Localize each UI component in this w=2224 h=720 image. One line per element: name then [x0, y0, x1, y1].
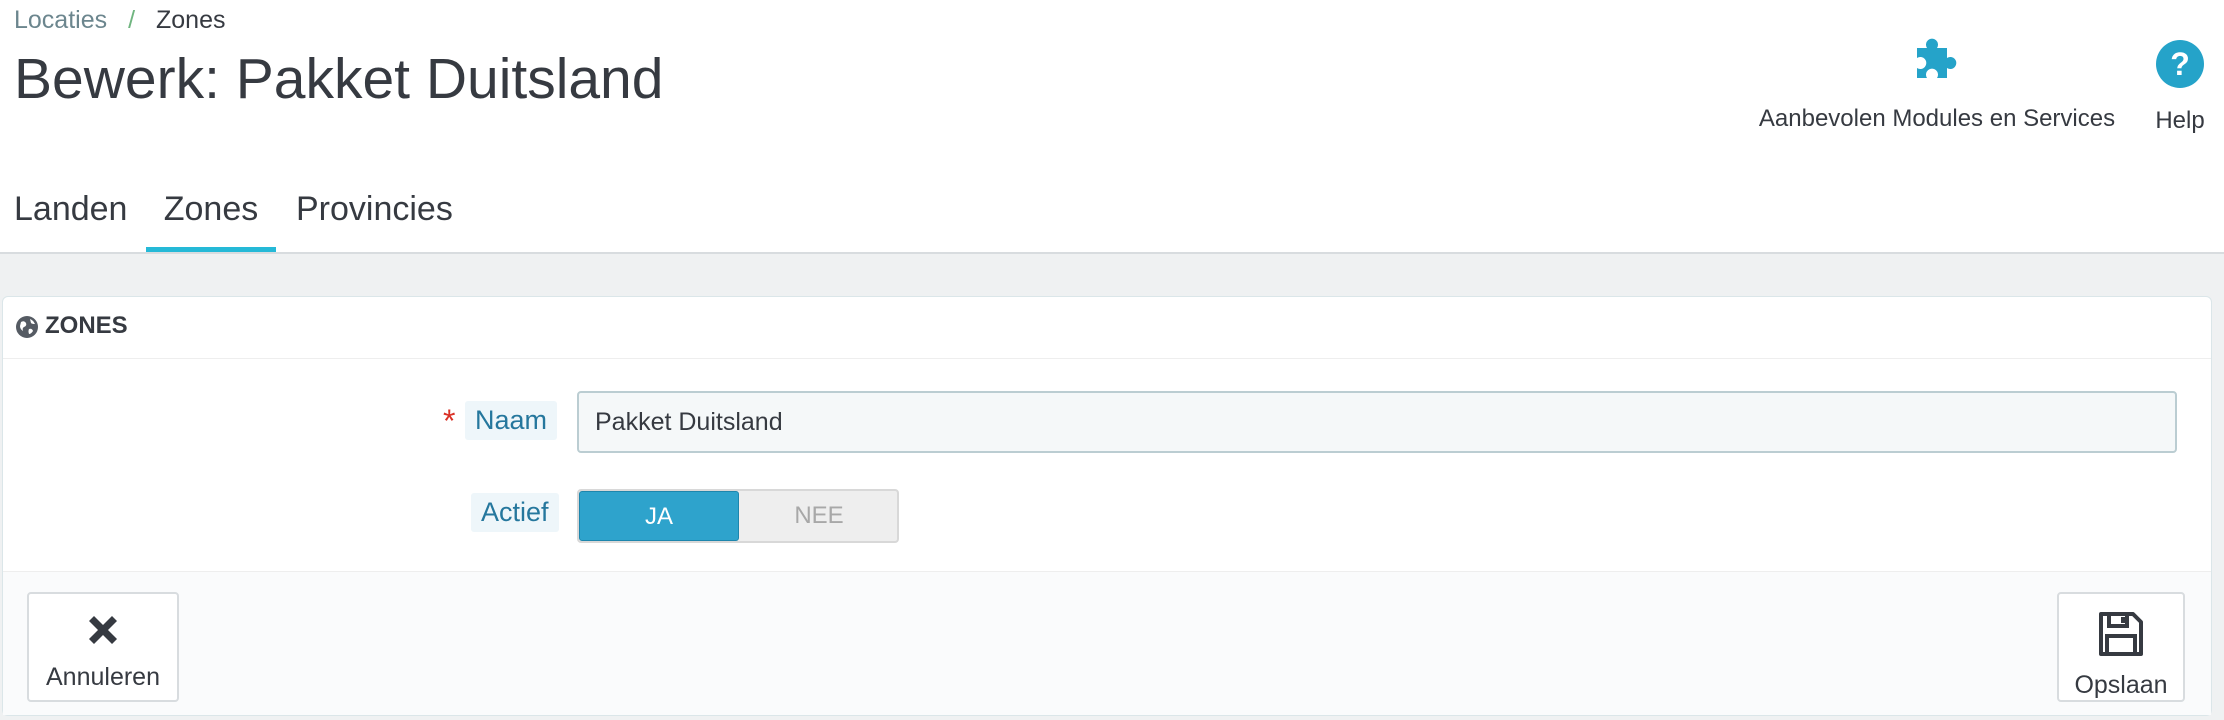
panel-footer: Annuleren Opslaan: [3, 571, 2211, 715]
tab-landen[interactable]: Landen: [14, 190, 128, 250]
puzzle-icon: [1750, 38, 2124, 95]
floppy-disk-icon: [2059, 610, 2183, 665]
save-button[interactable]: Opslaan: [2057, 592, 2185, 702]
help-label: Help: [2155, 107, 2205, 134]
tab-zones[interactable]: Zones: [146, 190, 276, 252]
actief-yes-option[interactable]: JA: [579, 491, 739, 541]
breadcrumb-item-zones: Zones: [155, 6, 226, 34]
save-label: Opslaan: [2074, 671, 2168, 699]
close-icon: [29, 610, 177, 657]
page-header: Locaties / Zones Bewerk: Pakket Duitslan…: [0, 0, 2224, 254]
actief-no-option[interactable]: NEE: [739, 491, 897, 541]
recommended-modules-label: Aanbevolen Modules en Services: [1758, 105, 2116, 132]
tab-provincies[interactable]: Provincies: [296, 190, 453, 250]
zones-panel: ZONES * Naam Actief JA NEE Annuleren: [2, 296, 2212, 716]
actief-toggle[interactable]: JA NEE: [577, 489, 899, 543]
help-button[interactable]: ? Help: [2140, 38, 2220, 135]
actief-label: Actief: [471, 493, 559, 532]
page-title: Bewerk: Pakket Duitsland: [14, 47, 664, 111]
breadcrumb-item-locaties[interactable]: Locaties: [14, 6, 107, 34]
required-asterisk: *: [443, 403, 456, 439]
panel-heading: ZONES: [3, 297, 2211, 359]
panel-title: ZONES: [45, 312, 128, 339]
naam-input[interactable]: [577, 391, 2177, 453]
cancel-label: Annuleren: [46, 663, 160, 691]
breadcrumb: Locaties / Zones: [14, 6, 225, 35]
globe-icon: [15, 315, 39, 344]
cancel-button[interactable]: Annuleren: [27, 592, 179, 702]
recommended-modules-button[interactable]: Aanbevolen Modules en Services: [1750, 38, 2124, 133]
svg-text:?: ?: [2170, 46, 2190, 82]
question-circle-icon: ?: [2140, 38, 2220, 97]
naam-label: Naam: [465, 401, 558, 440]
breadcrumb-separator: /: [128, 6, 136, 34]
